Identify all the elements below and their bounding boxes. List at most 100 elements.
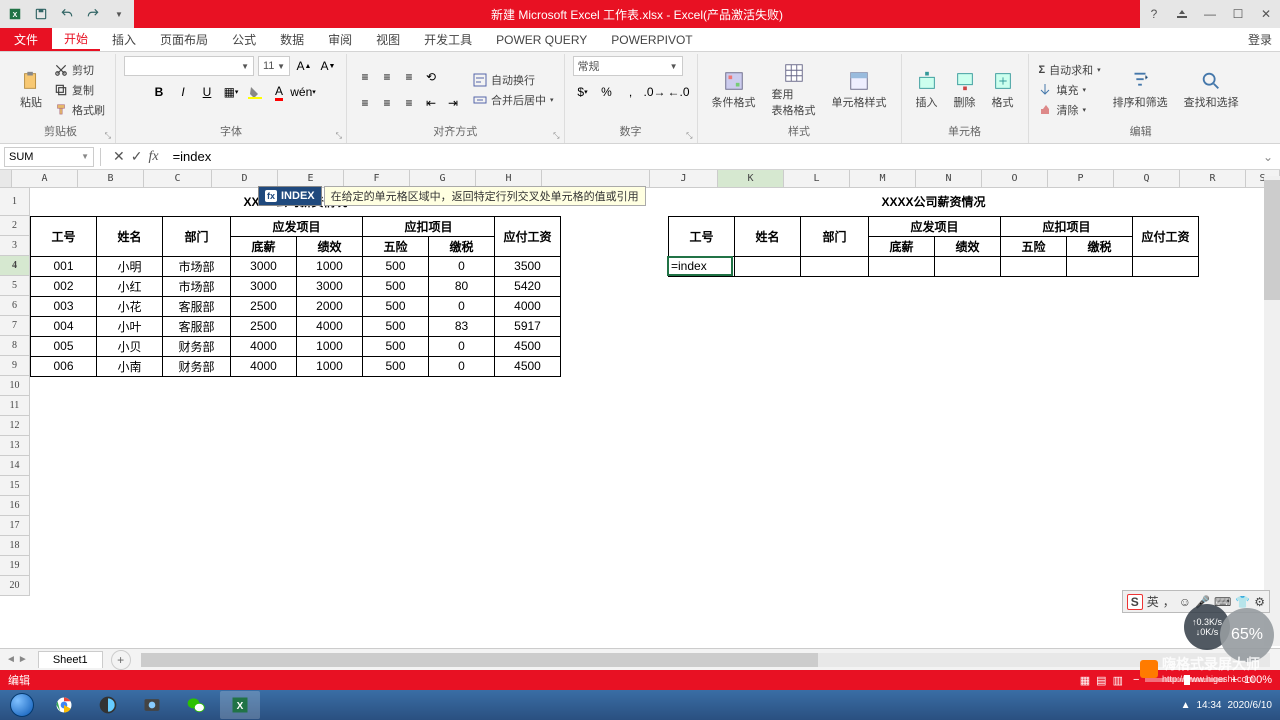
table-cell[interactable]: 83: [429, 316, 495, 336]
qat-dropdown-icon[interactable]: ▼: [108, 3, 130, 25]
column-header[interactable]: G: [410, 170, 476, 187]
table-cell[interactable]: 500: [363, 296, 429, 316]
taskbar-wechat[interactable]: [176, 691, 216, 719]
redo-icon[interactable]: [82, 3, 104, 25]
column-header[interactable]: D: [212, 170, 278, 187]
row-header[interactable]: 20: [0, 576, 30, 596]
table-cell[interactable]: 006: [31, 356, 97, 376]
column-header[interactable]: O: [982, 170, 1048, 187]
page-break-view-icon[interactable]: ▥: [1113, 674, 1123, 687]
tab-review[interactable]: 审阅: [316, 28, 364, 51]
align-center-icon[interactable]: ≡: [377, 93, 397, 113]
normal-view-icon[interactable]: ▦: [1080, 674, 1090, 687]
table-cell[interactable]: 500: [363, 256, 429, 276]
ime-skin-icon[interactable]: 👕: [1235, 595, 1250, 609]
comma-icon[interactable]: ,: [621, 82, 641, 102]
table-cell[interactable]: 0: [429, 256, 495, 276]
table-cell[interactable]: 小南: [97, 356, 163, 376]
taskbar-screenshot[interactable]: [132, 691, 172, 719]
row-header[interactable]: 4: [0, 256, 30, 276]
table-cell[interactable]: 3000: [231, 276, 297, 296]
tab-insert[interactable]: 插入: [100, 28, 148, 51]
sheet-nav[interactable]: ◄►: [0, 654, 34, 665]
wrap-text-button[interactable]: 自动换行: [471, 71, 556, 89]
table-cell[interactable]: 001: [31, 256, 97, 276]
cell-style-button[interactable]: 单元格样式: [826, 68, 893, 112]
table-cell[interactable]: 客服部: [163, 316, 231, 336]
row-header[interactable]: 16: [0, 496, 30, 516]
sheet-next-icon[interactable]: ►: [18, 654, 28, 665]
clear-button[interactable]: 清除▾: [1037, 101, 1103, 119]
table-cell[interactable]: 4000: [231, 336, 297, 356]
expand-formula-bar-icon[interactable]: ⌄: [1260, 150, 1276, 164]
table-cell[interactable]: 500: [363, 276, 429, 296]
column-header[interactable]: Q: [1114, 170, 1180, 187]
table-cell[interactable]: 2000: [297, 296, 363, 316]
table-cell[interactable]: 0: [429, 356, 495, 376]
table-cell[interactable]: 2500: [231, 316, 297, 336]
cut-button[interactable]: 剪切: [52, 61, 107, 79]
table-cell[interactable]: 市场部: [163, 276, 231, 296]
row-header[interactable]: 3: [0, 236, 30, 256]
orientation-icon[interactable]: ⟲: [421, 67, 441, 87]
row-header[interactable]: 19: [0, 556, 30, 576]
column-header[interactable]: H: [476, 170, 542, 187]
table-cell[interactable]: 4000: [231, 356, 297, 376]
ime-lang[interactable]: 英: [1147, 593, 1159, 610]
table-cell[interactable]: 小叶: [97, 316, 163, 336]
tab-file[interactable]: 文件: [0, 28, 52, 51]
tab-layout[interactable]: 页面布局: [148, 28, 220, 51]
undo-icon[interactable]: [56, 3, 78, 25]
minimize-button[interactable]: —: [1196, 0, 1224, 28]
help-icon[interactable]: ?: [1140, 0, 1168, 28]
table-cell[interactable]: 客服部: [163, 296, 231, 316]
number-dialog-icon[interactable]: ⤡: [686, 131, 692, 141]
align-right-icon[interactable]: ≡: [399, 93, 419, 113]
ribbon-options-icon[interactable]: [1168, 0, 1196, 28]
table-cell[interactable]: 80: [429, 276, 495, 296]
tab-data[interactable]: 数据: [268, 28, 316, 51]
table-cell[interactable]: 5917: [495, 316, 561, 336]
ime-punct-icon[interactable]: ，: [1163, 593, 1175, 610]
row-header[interactable]: 5: [0, 276, 30, 296]
percent-icon[interactable]: %: [597, 82, 617, 102]
table-cell[interactable]: 1000: [297, 256, 363, 276]
row-header[interactable]: 15: [0, 476, 30, 496]
start-button[interactable]: [4, 691, 40, 719]
save-icon[interactable]: [30, 3, 52, 25]
table-cell[interactable]: 财务部: [163, 356, 231, 376]
font-family-combo[interactable]: ▼: [124, 56, 254, 76]
font-color-button[interactable]: A: [269, 82, 289, 102]
column-header[interactable]: R: [1180, 170, 1246, 187]
table-cell[interactable]: 2500: [231, 296, 297, 316]
select-all-corner[interactable]: [0, 170, 12, 187]
table-cell[interactable]: 小花: [97, 296, 163, 316]
font-dialog-icon[interactable]: ⤡: [336, 131, 342, 141]
column-header[interactable]: K: [718, 170, 784, 187]
paste-button[interactable]: 粘贴: [14, 68, 48, 112]
table-cell[interactable]: 财务部: [163, 336, 231, 356]
namebox-dropdown-icon[interactable]: ▼: [81, 152, 89, 161]
tab-powerquery[interactable]: POWER QUERY: [484, 28, 599, 51]
phonetic-button[interactable]: wén▾: [293, 82, 313, 102]
increase-decimal-icon[interactable]: .0→: [645, 82, 665, 102]
column-header[interactable]: [542, 170, 650, 187]
row-header[interactable]: 18: [0, 536, 30, 556]
decrease-font-icon[interactable]: A▼: [318, 56, 338, 76]
row-header[interactable]: 8: [0, 336, 30, 356]
row-header[interactable]: 6: [0, 296, 30, 316]
format-cells-button[interactable]: 格式: [986, 68, 1020, 112]
row-header[interactable]: 17: [0, 516, 30, 536]
sheet-tab[interactable]: Sheet1: [38, 651, 103, 668]
table-cell[interactable]: 500: [363, 316, 429, 336]
row-header[interactable]: 1: [0, 188, 30, 216]
table-cell[interactable]: 1000: [297, 336, 363, 356]
indent-increase-icon[interactable]: ⇥: [443, 93, 463, 113]
ime-settings-icon[interactable]: ⚙: [1254, 595, 1265, 609]
bold-button[interactable]: B: [149, 82, 169, 102]
table-cell[interactable]: 4000: [297, 316, 363, 336]
zoom-out-icon[interactable]: −: [1133, 674, 1139, 686]
add-sheet-button[interactable]: +: [111, 650, 131, 670]
row-header[interactable]: 11: [0, 396, 30, 416]
tray-up-icon[interactable]: ▲: [1181, 700, 1191, 711]
